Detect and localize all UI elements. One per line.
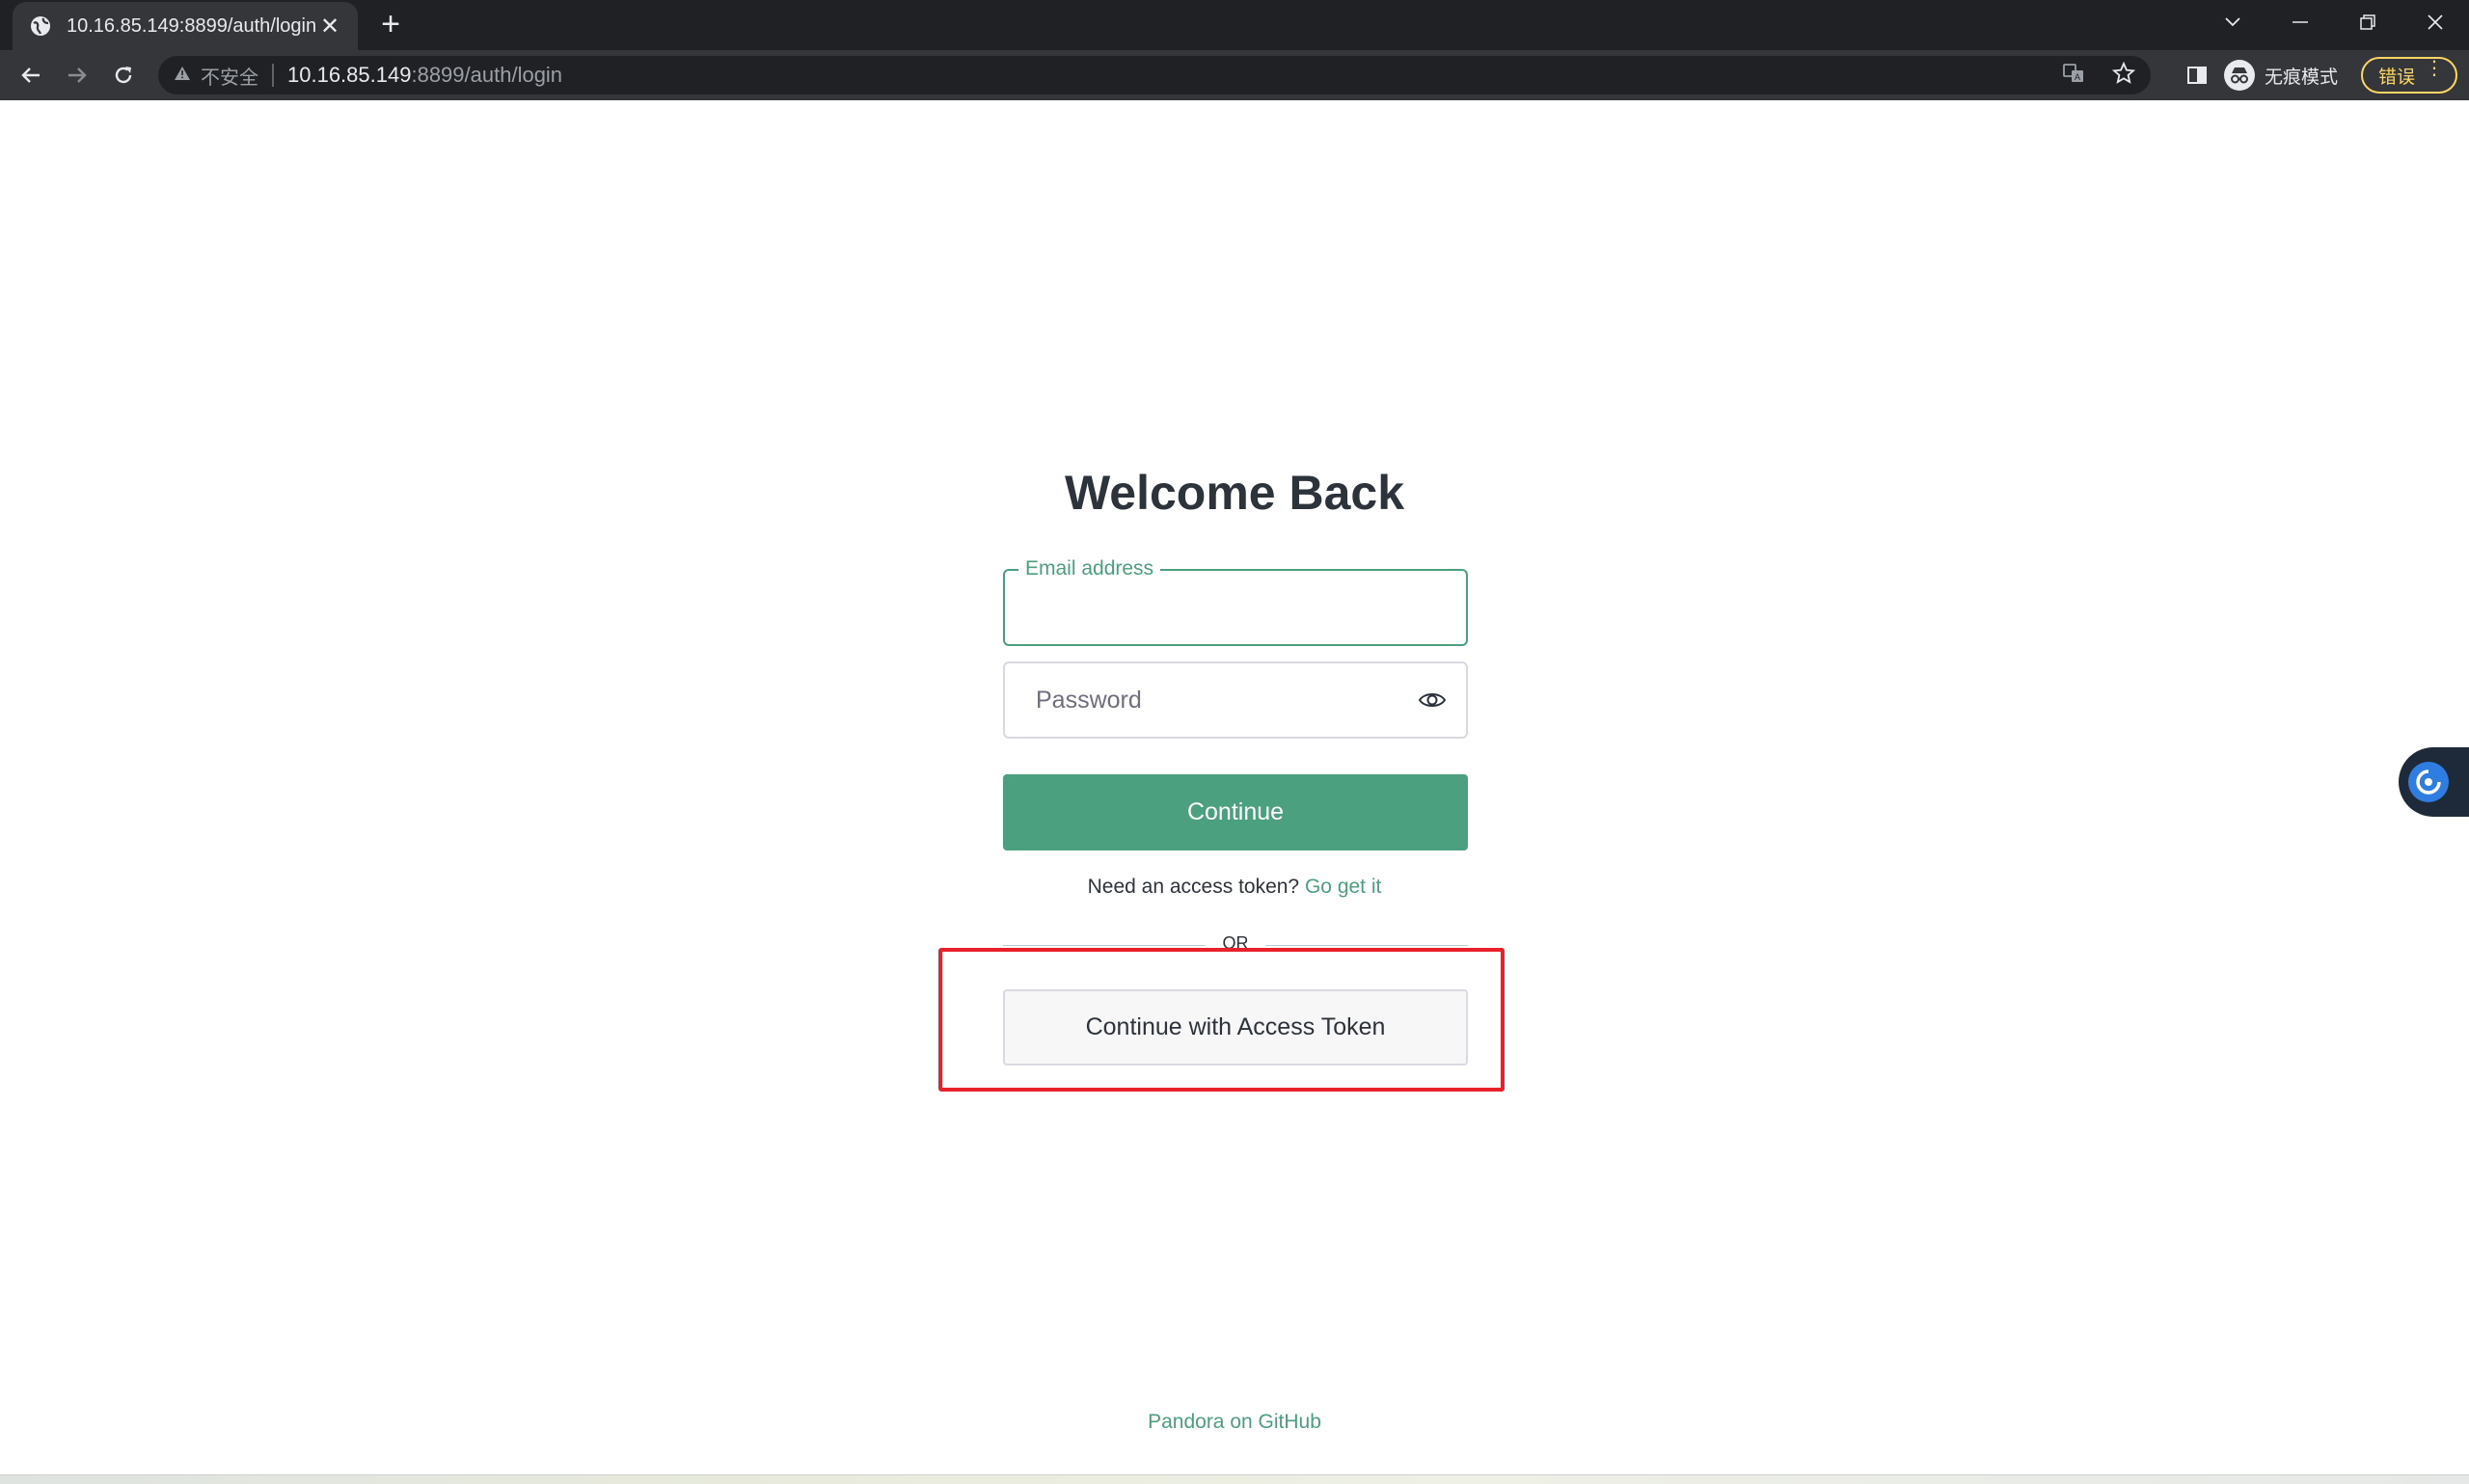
access-token-prompt: Need an access token? Go get it: [0, 876, 2469, 899]
email-field[interactable]: Email address: [1003, 557, 1468, 646]
incognito-label: 无痕模式: [2265, 67, 2339, 88]
go-get-it-link[interactable]: Go get it: [1305, 876, 1381, 898]
side-panel-icon[interactable]: [2182, 60, 2212, 91]
tab-title: 10.16.85.149:8899/auth/login: [67, 14, 317, 37]
taskbar-strip: [0, 1474, 2469, 1484]
window-controls: [2199, 0, 2469, 44]
floating-assistant-widget[interactable]: [2399, 747, 2469, 817]
email-field-label: Email address: [1018, 557, 1161, 580]
restore-icon[interactable]: [2334, 0, 2401, 44]
close-window-icon[interactable]: [2401, 0, 2469, 44]
pandora-github-link[interactable]: Pandora on GitHub: [0, 1411, 2469, 1434]
annotation-highlight-box: [938, 948, 1505, 1092]
forward-arrow-icon[interactable]: [62, 60, 93, 91]
error-menu-button[interactable]: 错误 ⋮: [2361, 57, 2457, 94]
reload-icon[interactable]: [108, 60, 139, 91]
incognito-indicator[interactable]: 无痕模式: [2224, 57, 2338, 94]
back-arrow-icon[interactable]: [15, 60, 46, 91]
continue-button[interactable]: Continue: [1003, 774, 1468, 850]
browser-toolbar: 不安全 10.16.85.149 :8899/auth/login A 无痕模式…: [0, 50, 2469, 100]
omnibox-actions: A: [2062, 61, 2136, 90]
star-bookmark-icon[interactable]: [2111, 61, 2136, 90]
browser-tab-bar: 10.16.85.149:8899/auth/login ✕ +: [0, 0, 2469, 50]
warning-triangle-icon: [174, 66, 191, 86]
url-host: 10.16.85.149: [287, 63, 412, 87]
globe-icon: [28, 13, 53, 39]
assistant-icon: [2408, 762, 2449, 802]
need-token-text: Need an access token?: [1087, 876, 1300, 898]
browser-tab[interactable]: 10.16.85.149:8899/auth/login ✕: [13, 2, 358, 50]
incognito-icon: [2224, 60, 2255, 91]
address-bar[interactable]: 不安全 10.16.85.149 :8899/auth/login A: [158, 56, 2151, 94]
page-title: Welcome Back: [1064, 466, 1405, 520]
translate-icon[interactable]: A: [2062, 62, 2085, 90]
password-field[interactable]: Password: [1003, 661, 1468, 739]
new-tab-button[interactable]: +: [375, 8, 406, 40]
omnibox-divider: [272, 64, 274, 87]
minimize-icon[interactable]: [2266, 0, 2334, 44]
url-path: :8899/auth/login: [411, 63, 563, 87]
tab-search-icon[interactable]: [2199, 0, 2266, 44]
error-label: 错误: [2378, 67, 2416, 88]
or-line-right: [1265, 945, 1468, 946]
close-icon[interactable]: ✕: [317, 13, 342, 40]
eye-icon[interactable]: [1416, 684, 1449, 716]
kebab-menu-icon: ⋮: [2425, 58, 2444, 79]
svg-text:A: A: [2075, 73, 2081, 83]
security-label[interactable]: 不安全: [201, 62, 258, 90]
password-placeholder: Password: [1036, 686, 1142, 714]
